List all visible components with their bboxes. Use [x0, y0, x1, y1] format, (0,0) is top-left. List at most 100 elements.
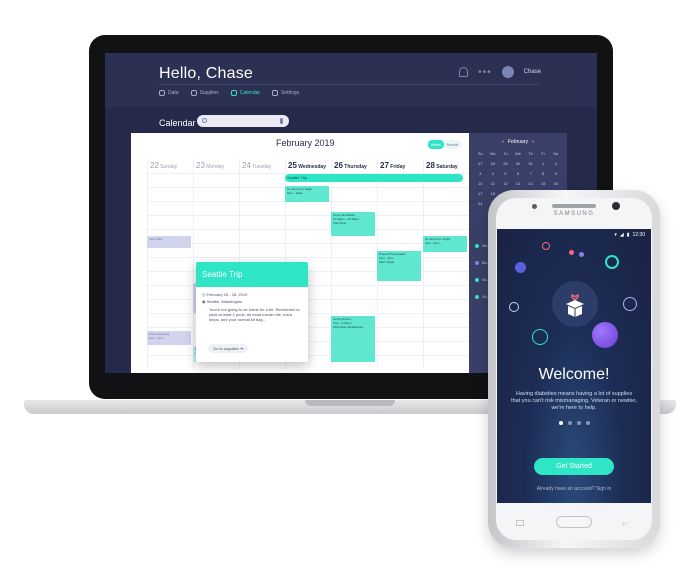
nav-supplies[interactable]: Supplies — [190, 90, 219, 96]
mini-date[interactable]: 11 — [487, 181, 500, 186]
decor-circle — [532, 329, 548, 345]
day-number: 25 — [288, 161, 297, 170]
button-label: Go to supplies — [213, 346, 239, 351]
week-toggle[interactable]: Week — [427, 140, 444, 149]
camera-icon — [612, 202, 620, 210]
nav-settings[interactable]: Settings — [272, 90, 299, 96]
popup-note: You're not going to be home for a bit. R… — [209, 307, 300, 322]
gear-icon — [272, 90, 279, 96]
mini-date[interactable]: 7 — [524, 171, 537, 176]
all-day-event[interactable]: Seattle Trip — [285, 174, 463, 182]
home-button[interactable] — [556, 516, 592, 528]
mini-date[interactable]: 16 — [549, 181, 562, 186]
mini-weekday: Su — [477, 151, 483, 156]
nav-label: Data — [168, 90, 179, 96]
mini-date[interactable]: 28 — [487, 161, 500, 166]
chevron-left-icon[interactable]: ‹ — [502, 139, 504, 145]
calendar-event[interactable]: Parent Meeting 5pm - 6pm — [147, 331, 191, 345]
box-heart-icon — [566, 293, 584, 317]
page-dot[interactable] — [585, 421, 590, 425]
header-actions: ••• Chase — [459, 66, 541, 78]
page-dot[interactable] — [567, 421, 572, 425]
month-toggle[interactable]: Month — [443, 140, 461, 149]
bell-icon[interactable] — [459, 67, 469, 77]
get-started-button[interactable]: Get Started — [534, 458, 614, 475]
mini-date[interactable]: 27 — [474, 161, 487, 166]
day-name: Monday — [206, 164, 225, 170]
mini-date[interactable]: 31 — [524, 161, 537, 166]
nav-label: Calendar — [239, 90, 261, 96]
mic-icon[interactable] — [280, 118, 283, 124]
mini-weekday: We — [515, 151, 521, 156]
header-divider — [159, 84, 539, 85]
location-icon: ◉ — [202, 299, 206, 304]
back-icon[interactable]: ↩ — [622, 520, 628, 528]
sign-in-link[interactable]: Already have an account? Sign in — [497, 486, 651, 492]
mini-date[interactable]: 10 — [474, 181, 487, 186]
nav-label: Settings — [281, 90, 300, 96]
mini-date[interactable]: 1 — [537, 161, 550, 166]
mini-date[interactable]: 3 — [474, 171, 487, 176]
view-toggle: Week Month — [427, 140, 461, 149]
status-bar: ▾ ◢ ▮ 12:30 — [614, 232, 645, 238]
nav-calendar[interactable]: Calendar — [230, 90, 261, 96]
day-number: 23 — [196, 161, 205, 170]
mini-date[interactable]: 14 — [524, 181, 537, 186]
mini-date[interactable]: 29 — [499, 161, 512, 166]
app-header: Hello, Chase ••• Chase Data Supplies Cal… — [105, 53, 597, 107]
decor-circle — [605, 255, 619, 269]
day-name: Wednesday — [298, 164, 326, 170]
day-number: 24 — [242, 161, 251, 170]
search-input[interactable] — [197, 115, 289, 127]
mini-date[interactable]: 4 — [487, 171, 500, 176]
chevron-right-icon[interactable]: › — [532, 139, 534, 145]
mini-date[interactable]: 13 — [512, 181, 525, 186]
mini-date[interactable]: 5 — [499, 171, 512, 176]
event-place: Main Stage — [379, 260, 395, 264]
week-calendar: February 2019 Week Month 22 Sunday 23 Mo… — [131, 133, 469, 373]
calendar-event[interactable]: Group Breakfast 10:30am - 11:30am Star Din… — [331, 212, 375, 236]
mini-date[interactable]: 17 — [474, 191, 487, 196]
day-name: Friday — [390, 164, 406, 170]
calendar-event[interactable]: Group Dinner 7pm - 9:30pm Old Fields Steak… — [331, 316, 375, 362]
month-label: February 2019 — [276, 138, 335, 148]
mini-date[interactable]: 24 — [474, 201, 487, 206]
page-dot[interactable] — [576, 421, 581, 425]
day-name: Sunday — [160, 164, 178, 170]
avatar[interactable] — [501, 66, 514, 78]
mini-weekday: Mo — [490, 151, 496, 156]
welcome-title: Welcome! — [538, 366, 610, 383]
mini-date[interactable]: 12 — [499, 181, 512, 186]
calendar-event[interactable]: Team Mtg — [147, 236, 191, 248]
recent-apps-icon[interactable] — [516, 520, 524, 526]
calendar-event[interactable]: Project Presentation 1pm - 3pm Main Stage — [377, 251, 421, 281]
box-icon — [552, 281, 598, 327]
user-name[interactable]: Chase — [524, 69, 541, 75]
mini-date[interactable]: 15 — [537, 181, 550, 186]
mini-date[interactable]: 30 — [512, 161, 525, 166]
calendar-event[interactable]: To Airport for Flight 6am - 10am — [285, 186, 329, 202]
popup-location: Seattle, Washington — [206, 299, 243, 304]
day-name: Tuesday — [252, 164, 272, 170]
calendar-event[interactable]: To Airport for Flight 4pm - 6pm — [423, 236, 467, 252]
mini-weekday: Th — [528, 151, 533, 156]
page-dot[interactable] — [558, 421, 563, 425]
more-icon[interactable]: ••• — [478, 67, 492, 78]
welcome-subtitle: Having diabeties means having a lot of s… — [511, 391, 637, 411]
decor-circle — [509, 302, 519, 312]
nav-data[interactable]: Data — [159, 90, 179, 96]
phone-screen: ▾ ◢ ▮ 12:30 Welcome! Having diabeties me… — [497, 229, 651, 503]
phone-frame: SAMSUNG ▾ ◢ ▮ 12:30 Welcome! Having diab… — [488, 190, 660, 548]
decor-circle — [515, 262, 526, 273]
mini-date[interactable]: 9 — [549, 171, 562, 176]
nav-label: Supplies — [199, 90, 219, 96]
phone-brand: SAMSUNG — [553, 211, 595, 217]
mini-date[interactable]: 8 — [537, 171, 550, 176]
go-to-supplies-button[interactable]: Go to supplies ➔ — [208, 344, 249, 353]
mini-date[interactable]: 2 — [549, 161, 562, 166]
day-name: Thursday — [344, 164, 367, 170]
day-number: 27 — [380, 161, 389, 170]
status-time: 12:30 — [632, 232, 645, 238]
day-number: 28 — [426, 161, 435, 170]
mini-date[interactable]: 6 — [512, 171, 525, 176]
